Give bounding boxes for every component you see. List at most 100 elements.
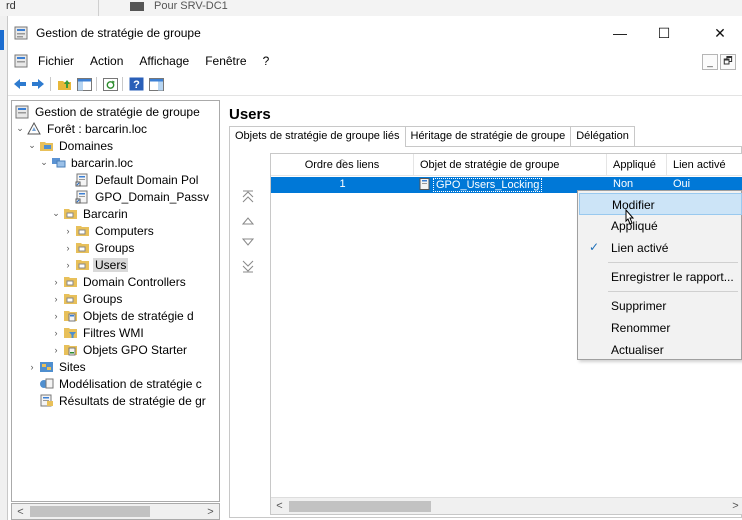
tree-item-label: Computers	[95, 223, 154, 238]
chevron-right-icon[interactable]: ›	[26, 362, 38, 372]
chevron-right-icon[interactable]: ›	[50, 294, 62, 304]
up-folder-icon[interactable]	[56, 76, 72, 92]
chevron-right-icon[interactable]: ›	[62, 226, 74, 236]
tree-item-ou-barcarin[interactable]: ⌄ Barcarin	[50, 205, 130, 222]
tree-item-forest[interactable]: ⌄ Forêt : barcarin.loc	[14, 120, 149, 137]
menu-separator	[608, 262, 738, 263]
mdi-restore-button[interactable]: 🗗	[720, 54, 736, 70]
background-accent	[0, 30, 4, 50]
menu-fenetre[interactable]: Fenêtre	[203, 53, 248, 69]
tree-item-results[interactable]: Résultats de stratégie de gr	[26, 392, 208, 409]
scroll-right-button[interactable]: >	[202, 504, 219, 519]
tree-item-starter-gpos[interactable]: › Objets GPO Starter	[50, 341, 189, 358]
tab-delegation[interactable]: Délégation	[570, 126, 635, 146]
chevron-right-icon[interactable]: ›	[50, 328, 62, 338]
tree-item-ou-groups-root[interactable]: › Groups	[50, 290, 124, 307]
check-icon: ✓	[589, 240, 600, 254]
tree-item-gpo-container[interactable]: › Objets de stratégie d	[50, 307, 196, 324]
tree-item-wmi-filters[interactable]: › Filtres WMI	[50, 324, 146, 341]
mdi-minimize-button[interactable]: _	[702, 54, 718, 70]
maximize-button[interactable]: ☐	[642, 20, 686, 46]
scroll-right-button[interactable]: >	[727, 498, 742, 514]
minimize-button[interactable]: —	[598, 20, 642, 46]
menu-fichier[interactable]: Fichier	[36, 53, 76, 69]
chevron-right-icon[interactable]: ›	[62, 243, 74, 253]
move-down-icon[interactable]	[240, 233, 256, 251]
chevron-down-icon[interactable]: ⌄	[50, 208, 62, 219]
show-hide-tree-icon[interactable]	[76, 76, 92, 92]
menu-item-refresh[interactable]: Actualiser	[579, 339, 742, 361]
sort-ascending-icon: ︿	[338, 154, 346, 163]
background-window-strip: rd Pour SRV-DC1	[0, 0, 742, 16]
tree-item-label: Barcarin	[83, 206, 128, 221]
tree-item-gpmc-root[interactable]: Gestion de stratégie de groupe	[14, 103, 202, 120]
tree-item-domains[interactable]: ⌄ Domaines	[26, 137, 115, 154]
ou-folder-icon	[74, 258, 90, 272]
tree-item-ou-users[interactable]: › Users	[62, 256, 129, 273]
tree-item-modeling[interactable]: Modélisation de stratégie c	[26, 375, 204, 392]
menu-item-modifier[interactable]: Modifier	[579, 193, 742, 215]
tree-item-gpo-link[interactable]: GPO_Domain_Passv	[62, 188, 211, 205]
column-header-link-order[interactable]: ︿ Ordre des liens	[271, 154, 414, 176]
list-horizontal-scrollbar[interactable]: < >	[271, 497, 742, 514]
ou-folder-icon	[62, 207, 78, 221]
background-window-title: Pour SRV-DC1	[154, 0, 228, 12]
list-header: ︿ Ordre des liens Objet de stratégie de …	[271, 154, 742, 176]
scroll-left-button[interactable]: <	[271, 498, 288, 514]
column-header-link-enabled[interactable]: Lien activé	[667, 154, 742, 176]
move-to-bottom-icon[interactable]	[240, 257, 256, 275]
forest-icon	[26, 121, 42, 136]
page-title: Users	[229, 106, 271, 123]
menu-item-save-report[interactable]: Enregistrer le rapport...	[579, 266, 742, 288]
background-text: rd	[6, 0, 16, 12]
tree-item-ou-domain-controllers[interactable]: › Domain Controllers	[50, 273, 188, 290]
chevron-right-icon[interactable]: ›	[50, 345, 62, 355]
gpo-name: GPO_Users_Locking	[433, 178, 543, 192]
menu-help[interactable]: ?	[261, 53, 272, 69]
results-icon	[38, 394, 54, 408]
tree-item-label: Résultats de stratégie de gr	[59, 393, 206, 408]
properties-pane-icon[interactable]	[148, 76, 164, 92]
tree-item-ou-computers[interactable]: › Computers	[62, 222, 156, 239]
column-header-gpo[interactable]: Objet de stratégie de groupe	[414, 154, 607, 176]
scrollbar-thumb[interactable]	[30, 506, 150, 517]
tree-horizontal-scrollbar[interactable]: < >	[11, 503, 220, 520]
chevron-down-icon[interactable]: ⌄	[26, 140, 38, 151]
svg-text:?: ?	[133, 79, 140, 91]
menu-item-delete[interactable]: Supprimer	[579, 295, 742, 317]
chevron-right-icon[interactable]: ›	[62, 260, 74, 270]
tree-item-domain[interactable]: ⌄ barcarin.loc	[38, 154, 135, 171]
refresh-icon[interactable]	[102, 76, 118, 92]
menu-affichage[interactable]: Affichage	[137, 53, 191, 69]
close-button[interactable]: ✕	[698, 20, 742, 46]
tree-item-sites[interactable]: › Sites	[26, 358, 88, 375]
menu-item-rename[interactable]: Renommer	[579, 317, 742, 339]
toolbar-separator	[122, 77, 123, 91]
title-bar[interactable]: Gestion de stratégie de groupe — ☐ ✕	[8, 16, 742, 50]
scrollbar-thumb[interactable]	[289, 501, 431, 512]
menu-item-link-enabled[interactable]: ✓ Lien activé	[579, 237, 742, 259]
tree-item-gpo-link[interactable]: Default Domain Pol	[62, 171, 200, 188]
gpmc-app-icon	[14, 26, 28, 40]
help-icon[interactable]: ?	[128, 76, 144, 92]
chevron-right-icon[interactable]: ›	[50, 311, 62, 321]
move-to-top-icon[interactable]	[240, 187, 256, 205]
tab-linked-gpos[interactable]: Objets de stratégie de groupe liés	[229, 126, 406, 147]
column-header-enforced[interactable]: Appliqué	[607, 154, 667, 176]
toolbar-separator	[50, 77, 51, 91]
tree-item-ou-groups[interactable]: › Groups	[62, 239, 136, 256]
move-up-icon[interactable]	[240, 211, 256, 229]
gpmc-menu-icon[interactable]	[14, 54, 28, 68]
scroll-left-button[interactable]: <	[12, 504, 29, 519]
menu-action[interactable]: Action	[88, 53, 125, 69]
ou-folder-icon	[62, 275, 78, 289]
domains-icon	[38, 139, 54, 153]
chevron-down-icon[interactable]: ⌄	[14, 123, 26, 134]
back-arrow-icon[interactable]	[12, 76, 28, 92]
tree-item-label: Filtres WMI	[83, 325, 144, 340]
forward-arrow-icon[interactable]	[30, 76, 46, 92]
menu-item-enforced[interactable]: Appliqué	[579, 215, 742, 237]
chevron-down-icon[interactable]: ⌄	[38, 157, 50, 168]
chevron-right-icon[interactable]: ›	[50, 277, 62, 287]
tab-inheritance[interactable]: Héritage de stratégie de groupe	[404, 126, 572, 146]
